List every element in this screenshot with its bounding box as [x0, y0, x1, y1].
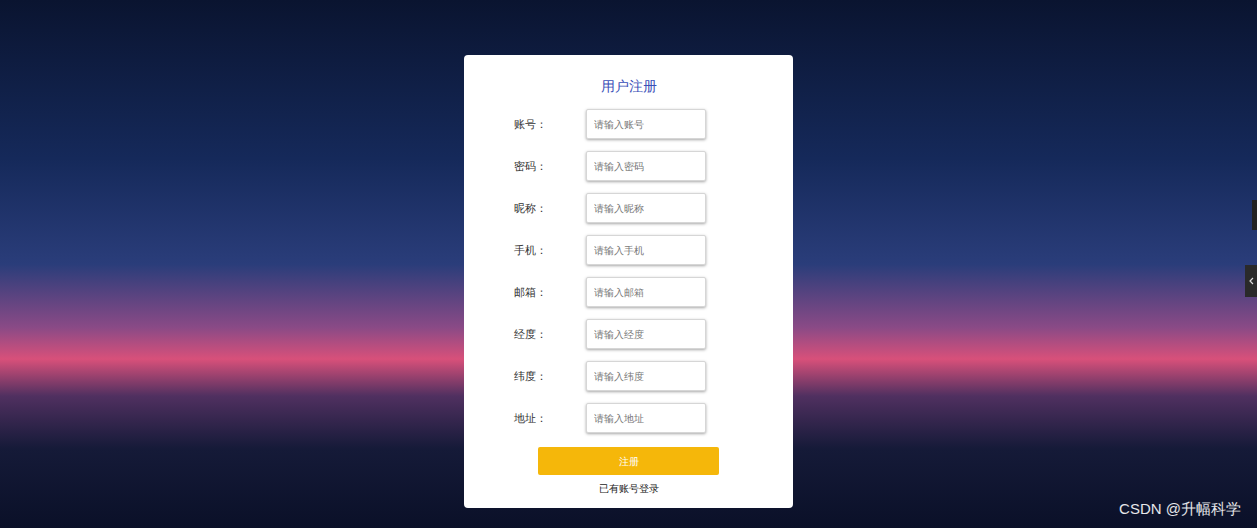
- form-row: 地址：: [464, 403, 793, 433]
- login-link[interactable]: 已有账号登录: [599, 482, 659, 496]
- form-row: 纬度：: [464, 361, 793, 391]
- text-input[interactable]: [586, 151, 706, 181]
- text-input[interactable]: [586, 109, 706, 139]
- watermark: CSDN @升幅科学: [1119, 498, 1241, 521]
- form-title: 用户注册: [464, 77, 793, 95]
- field-list: 账号： 密码： 昵称： 手机： 邮箱： 经度： 纬度： 地址：: [464, 109, 793, 433]
- field-label: 纬度：: [514, 368, 586, 385]
- text-input[interactable]: [586, 193, 706, 223]
- text-input[interactable]: [586, 277, 706, 307]
- text-input[interactable]: [586, 235, 706, 265]
- form-row: 密码：: [464, 151, 793, 181]
- page: 用户注册 账号：密码：昵称：手机：邮箱：经度：纬度：地址： 注册 已有账号登录 …: [0, 0, 1257, 528]
- field-label: 昵称：: [514, 200, 586, 217]
- field-label: 地址：: [514, 410, 586, 427]
- side-tab[interactable]: [1245, 265, 1257, 297]
- field-label: 邮箱：: [514, 284, 586, 301]
- form-row: 账号：: [464, 109, 793, 139]
- register-card: 用户注册 账号： 密码： 昵称： 手机： 邮箱： 经度： 纬度： 地址： 注册 已有账号登录: [464, 55, 793, 508]
- field-label: 账号：: [514, 116, 586, 133]
- register-button[interactable]: 注册: [538, 447, 719, 475]
- field-label: 密码：: [514, 158, 586, 175]
- form-row: 经度：: [464, 319, 793, 349]
- text-input[interactable]: [586, 361, 706, 391]
- chevron-left-icon: [1248, 277, 1254, 285]
- text-input[interactable]: [586, 403, 706, 433]
- form-row: 邮箱：: [464, 277, 793, 307]
- form-row: 昵称：: [464, 193, 793, 223]
- form-row: 手机：: [464, 235, 793, 265]
- text-input[interactable]: [586, 319, 706, 349]
- side-tab-top: [1252, 200, 1257, 230]
- field-label: 手机：: [514, 242, 586, 259]
- field-label: 经度：: [514, 326, 586, 343]
